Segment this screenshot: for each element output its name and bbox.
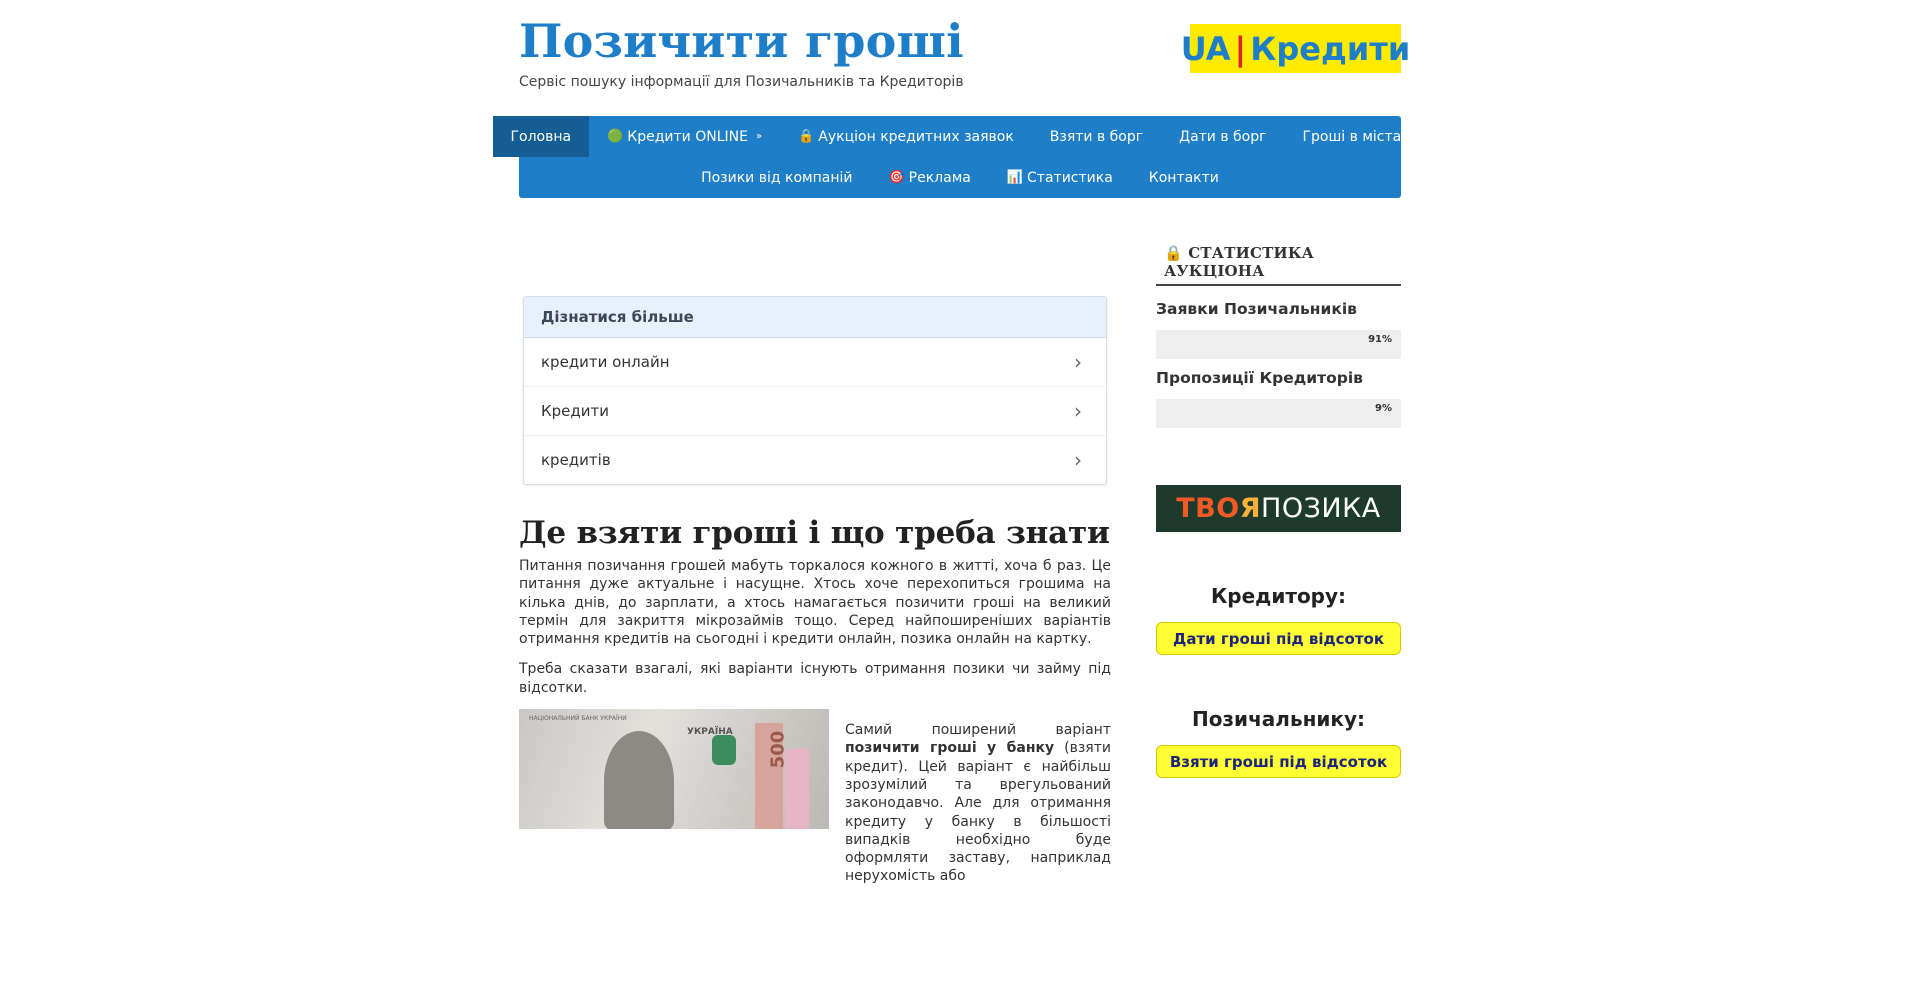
chevron-right-icon: › bbox=[1074, 399, 1082, 423]
main-navigation: Головна 🟢 Кредити ONLINE » 🔒 Аукціон кре… bbox=[492, 116, 1410, 198]
site-header: Позичити гроші Сервіс пошуку інформації … bbox=[519, 0, 1410, 116]
lend-money-button[interactable]: Дати гроші під відсоток bbox=[1156, 622, 1401, 655]
nav-row-1: Головна 🟢 Кредити ONLINE » 🔒 Аукціон кре… bbox=[492, 116, 1410, 157]
learn-more-item[interactable]: кредити онлайн › bbox=[524, 338, 1106, 387]
nav-item-auction[interactable]: 🔒 Аукціон кредитних заявок bbox=[780, 116, 1032, 157]
nav-item-contacts[interactable]: Контакти bbox=[1131, 157, 1237, 198]
auction-stats-title: 🔒 Статистика аукціона bbox=[1156, 240, 1401, 286]
logo[interactable]: UA | Кредити bbox=[1181, 24, 1410, 73]
nav-item-ads[interactable]: 🎯 Реклама bbox=[870, 157, 988, 198]
nav-item-borrow[interactable]: Взяти в борг bbox=[1032, 116, 1161, 157]
lender-title: Кредитору: bbox=[1210, 584, 1347, 608]
lenders-progress-fill bbox=[1156, 399, 1179, 428]
side-text-start: Самий поширений варіант bbox=[845, 722, 1111, 739]
chart-icon: 📊 bbox=[1006, 170, 1024, 185]
article-title: Де взяти гроші і що треба знати bbox=[519, 515, 1110, 551]
nav-label: Контакти bbox=[1148, 169, 1219, 186]
learn-more-title: Дізнатися більше bbox=[524, 297, 1106, 338]
learn-more-item-label: кредити онлайн bbox=[541, 353, 670, 371]
nav-label: Позики від компаній bbox=[701, 169, 853, 186]
nav-item-company-loans[interactable]: Позики від компаній bbox=[683, 157, 870, 198]
banknote-stripe bbox=[785, 749, 809, 830]
site-description: Сервіс пошуку інформації для Позичальник… bbox=[519, 74, 964, 90]
side-text-end: (взяти кредит). Цей варіант є найбільш з… bbox=[845, 740, 1111, 885]
nav-item-credits-online[interactable]: 🟢 Кредити ONLINE » bbox=[589, 116, 780, 157]
target-icon: 🎯 bbox=[888, 170, 905, 185]
logo-right: Кредити bbox=[1250, 29, 1411, 68]
banknote-image: НАЦІОНАЛЬНИЙ БАНК УКРАЇНИ УКРАЇНА 500 bbox=[519, 709, 829, 830]
green-circle-icon: 🟢 bbox=[607, 129, 624, 144]
nav-item-home[interactable]: Головна bbox=[492, 116, 590, 157]
learn-more-item[interactable]: кредитів › bbox=[524, 436, 1106, 484]
main-content: Дізнатися більше кредити онлайн › Кредит… bbox=[519, 238, 1111, 884]
nav-row-2: Позики від компаній 🎯 Реклама 📊 Статисти… bbox=[519, 157, 1401, 198]
ad-text-part: Я bbox=[1239, 493, 1262, 524]
learn-more-item[interactable]: Кредити › bbox=[524, 387, 1106, 436]
ad-text-part: ПОЗИКА bbox=[1261, 493, 1381, 524]
lenders-label: Пропозиції Кредиторів bbox=[1156, 369, 1363, 387]
borrower-title: Позичальнику: bbox=[1191, 707, 1366, 731]
borrowers-progress-fill bbox=[1156, 330, 1379, 359]
site: Позичити гроші Сервіс пошуку інформації … bbox=[492, 0, 1410, 884]
learn-more-box: Дізнатися більше кредити онлайн › Кредит… bbox=[523, 296, 1107, 485]
logo-divider: | bbox=[1234, 29, 1247, 68]
nav-label: Статистика bbox=[1027, 169, 1113, 186]
sidebar: 🔒 Статистика аукціона Заявки Позичальник… bbox=[1156, 240, 1401, 778]
logo-left: UA bbox=[1180, 29, 1231, 68]
ad-banner-tvoya-pozyka[interactable]: ТВО Я ПОЗИКА bbox=[1156, 485, 1401, 532]
banknote-hologram bbox=[712, 735, 736, 766]
nav-label: Головна bbox=[510, 128, 572, 145]
article-paragraph: Питання позичання грошей мабуть торкалос… bbox=[519, 558, 1111, 648]
learn-more-item-label: кредитів bbox=[541, 451, 611, 469]
lenders-percent: 9% bbox=[1375, 403, 1392, 414]
borrowers-progress: 91% bbox=[1156, 330, 1401, 359]
banknote-header: НАЦІОНАЛЬНИЙ БАНК УКРАЇНИ bbox=[529, 715, 627, 723]
nav-label: Гроші в містах bbox=[1302, 128, 1410, 145]
borrow-money-button[interactable]: Взяти гроші під відсоток bbox=[1156, 745, 1401, 778]
nav-label: Дати в борг bbox=[1179, 128, 1267, 145]
borrowers-percent: 91% bbox=[1368, 334, 1392, 345]
nav-item-cities[interactable]: Гроші в містах bbox=[1285, 116, 1428, 157]
nav-label: Взяти в борг bbox=[1049, 128, 1144, 145]
article-paragraph: Треба сказати взагалі, які варіанти існу… bbox=[519, 661, 1111, 696]
nav-label: Кредити ONLINE bbox=[627, 128, 748, 145]
nav-label: Реклама bbox=[908, 169, 971, 186]
banknote-denomination: 500 bbox=[767, 730, 789, 769]
chevron-right-icon: › bbox=[1074, 448, 1082, 472]
lenders-progress: 9% bbox=[1156, 399, 1401, 428]
chevron-down-icon: » bbox=[755, 131, 763, 142]
chevron-right-icon: › bbox=[1074, 350, 1082, 374]
lock-icon: 🔒 bbox=[798, 129, 815, 144]
nav-label: Аукціон кредитних заявок bbox=[818, 128, 1014, 145]
nav-item-lend[interactable]: Дати в борг bbox=[1161, 116, 1284, 157]
banknote-portrait bbox=[604, 731, 674, 830]
ad-text-part: ТВО bbox=[1176, 493, 1240, 524]
borrowers-label: Заявки Позичальників bbox=[1156, 300, 1357, 318]
nav-item-statistics[interactable]: 📊 Статистика bbox=[989, 157, 1131, 198]
learn-more-item-label: Кредити bbox=[541, 402, 610, 420]
site-title[interactable]: Позичити гроші bbox=[519, 14, 964, 69]
article-side-text: Самий поширений варіант позичити гроші у… bbox=[845, 721, 1111, 886]
side-text-bold: позичити гроші у банку bbox=[845, 740, 1055, 757]
